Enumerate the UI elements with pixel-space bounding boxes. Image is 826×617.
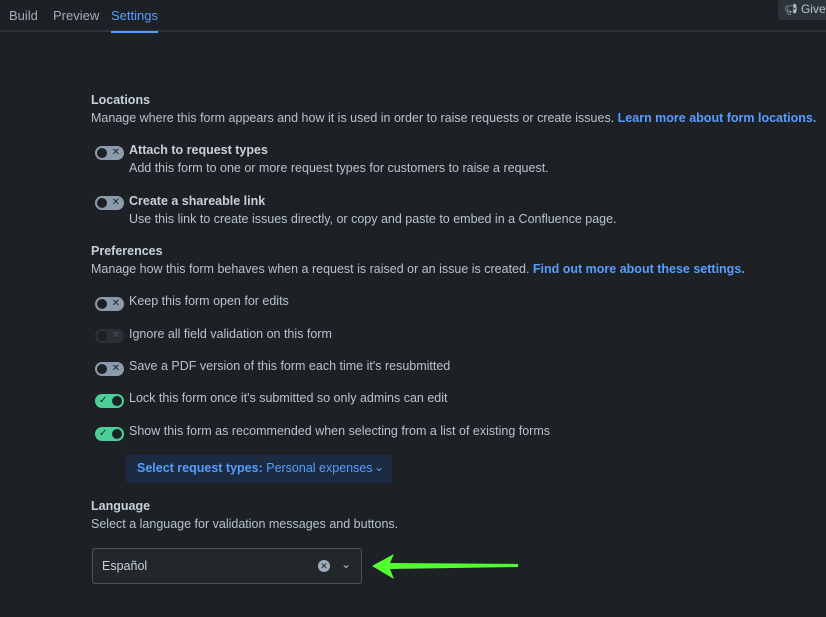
recommended-toggle[interactable]: ✓ (95, 427, 124, 441)
attach-request-types-title: Attach to request types (129, 143, 268, 157)
recommended-label: Show this form as recommended when selec… (129, 424, 551, 438)
give-feedback-button[interactable]: 📢︎ Give (778, 0, 826, 20)
preferences-title: Preferences (91, 244, 163, 258)
toggle-knob (97, 148, 107, 158)
cross-icon: ✕ (111, 330, 120, 341)
keep-open-label: Keep this form open for edits (129, 294, 289, 308)
ignore-validation-label: Ignore all field validation on this form (129, 327, 332, 341)
shareable-link-description: Use this link to create issues directly,… (129, 212, 617, 226)
clear-icon[interactable]: ✕ (318, 560, 330, 572)
keep-open-toggle[interactable]: ✕ (95, 297, 124, 311)
megaphone-icon: 📢︎ (784, 4, 798, 16)
toggle-knob (97, 198, 107, 208)
toggle-knob (97, 299, 107, 309)
toggle-knob (97, 364, 107, 374)
preferences-description: Manage how this form behaves when a requ… (91, 262, 745, 276)
top-tab-bar: Build Preview Settings 📢︎ Give (0, 0, 826, 33)
language-selected-value: Español (102, 559, 148, 573)
tab-settings[interactable]: Settings (111, 8, 158, 33)
save-pdf-label: Save a PDF version of this form each tim… (129, 359, 451, 373)
lock-form-toggle[interactable]: ✓ (95, 394, 124, 408)
tab-preview[interactable]: Preview (53, 8, 99, 23)
cross-icon: ✕ (111, 363, 120, 374)
shareable-link-title: Create a shareable link (129, 194, 266, 208)
shareable-link-toggle[interactable]: ✕ (95, 196, 124, 210)
locations-description-text: Manage where this form appears and how i… (91, 111, 615, 125)
chevron-down-icon[interactable]: ⌄ (341, 557, 351, 571)
preferences-description-text: Manage how this form behaves when a requ… (91, 262, 530, 276)
select-request-types-label: Select request types: (137, 461, 263, 475)
locations-learn-more-link[interactable]: Learn more about form locations. (618, 111, 817, 125)
toggle-knob (97, 331, 107, 341)
language-select[interactable]: Español ✕ ⌄ (92, 548, 362, 584)
attach-request-types-description: Add this form to one or more request typ… (129, 161, 549, 175)
language-description: Select a language for validation message… (91, 517, 399, 531)
locations-description: Manage where this form appears and how i… (91, 111, 816, 125)
attach-request-types-toggle[interactable]: ✕ (95, 146, 124, 160)
cross-icon: ✕ (111, 298, 120, 309)
select-request-types-button[interactable]: Select request types: Personal expenses … (126, 455, 392, 483)
annotation-arrow-icon (372, 554, 518, 579)
preferences-find-out-more-link[interactable]: Find out more about these settings. (533, 262, 745, 276)
tab-build[interactable]: Build (9, 8, 38, 23)
check-icon: ✓ (99, 395, 108, 406)
language-title: Language (91, 499, 151, 513)
chevron-down-icon: ⌄ (373, 460, 384, 474)
save-pdf-toggle[interactable]: ✕ (95, 362, 124, 376)
cross-icon: ✕ (111, 147, 120, 158)
toggle-knob (112, 429, 122, 439)
ignore-validation-toggle: ✕ (95, 329, 124, 343)
cross-icon: ✕ (111, 197, 120, 208)
lock-form-label: Lock this form once it's submitted so on… (129, 391, 448, 405)
toggle-knob (112, 396, 122, 406)
select-request-types-value: Personal expenses (266, 461, 373, 475)
give-feedback-label: Give (800, 2, 826, 16)
locations-title: Locations (91, 93, 151, 107)
check-icon: ✓ (99, 428, 108, 439)
